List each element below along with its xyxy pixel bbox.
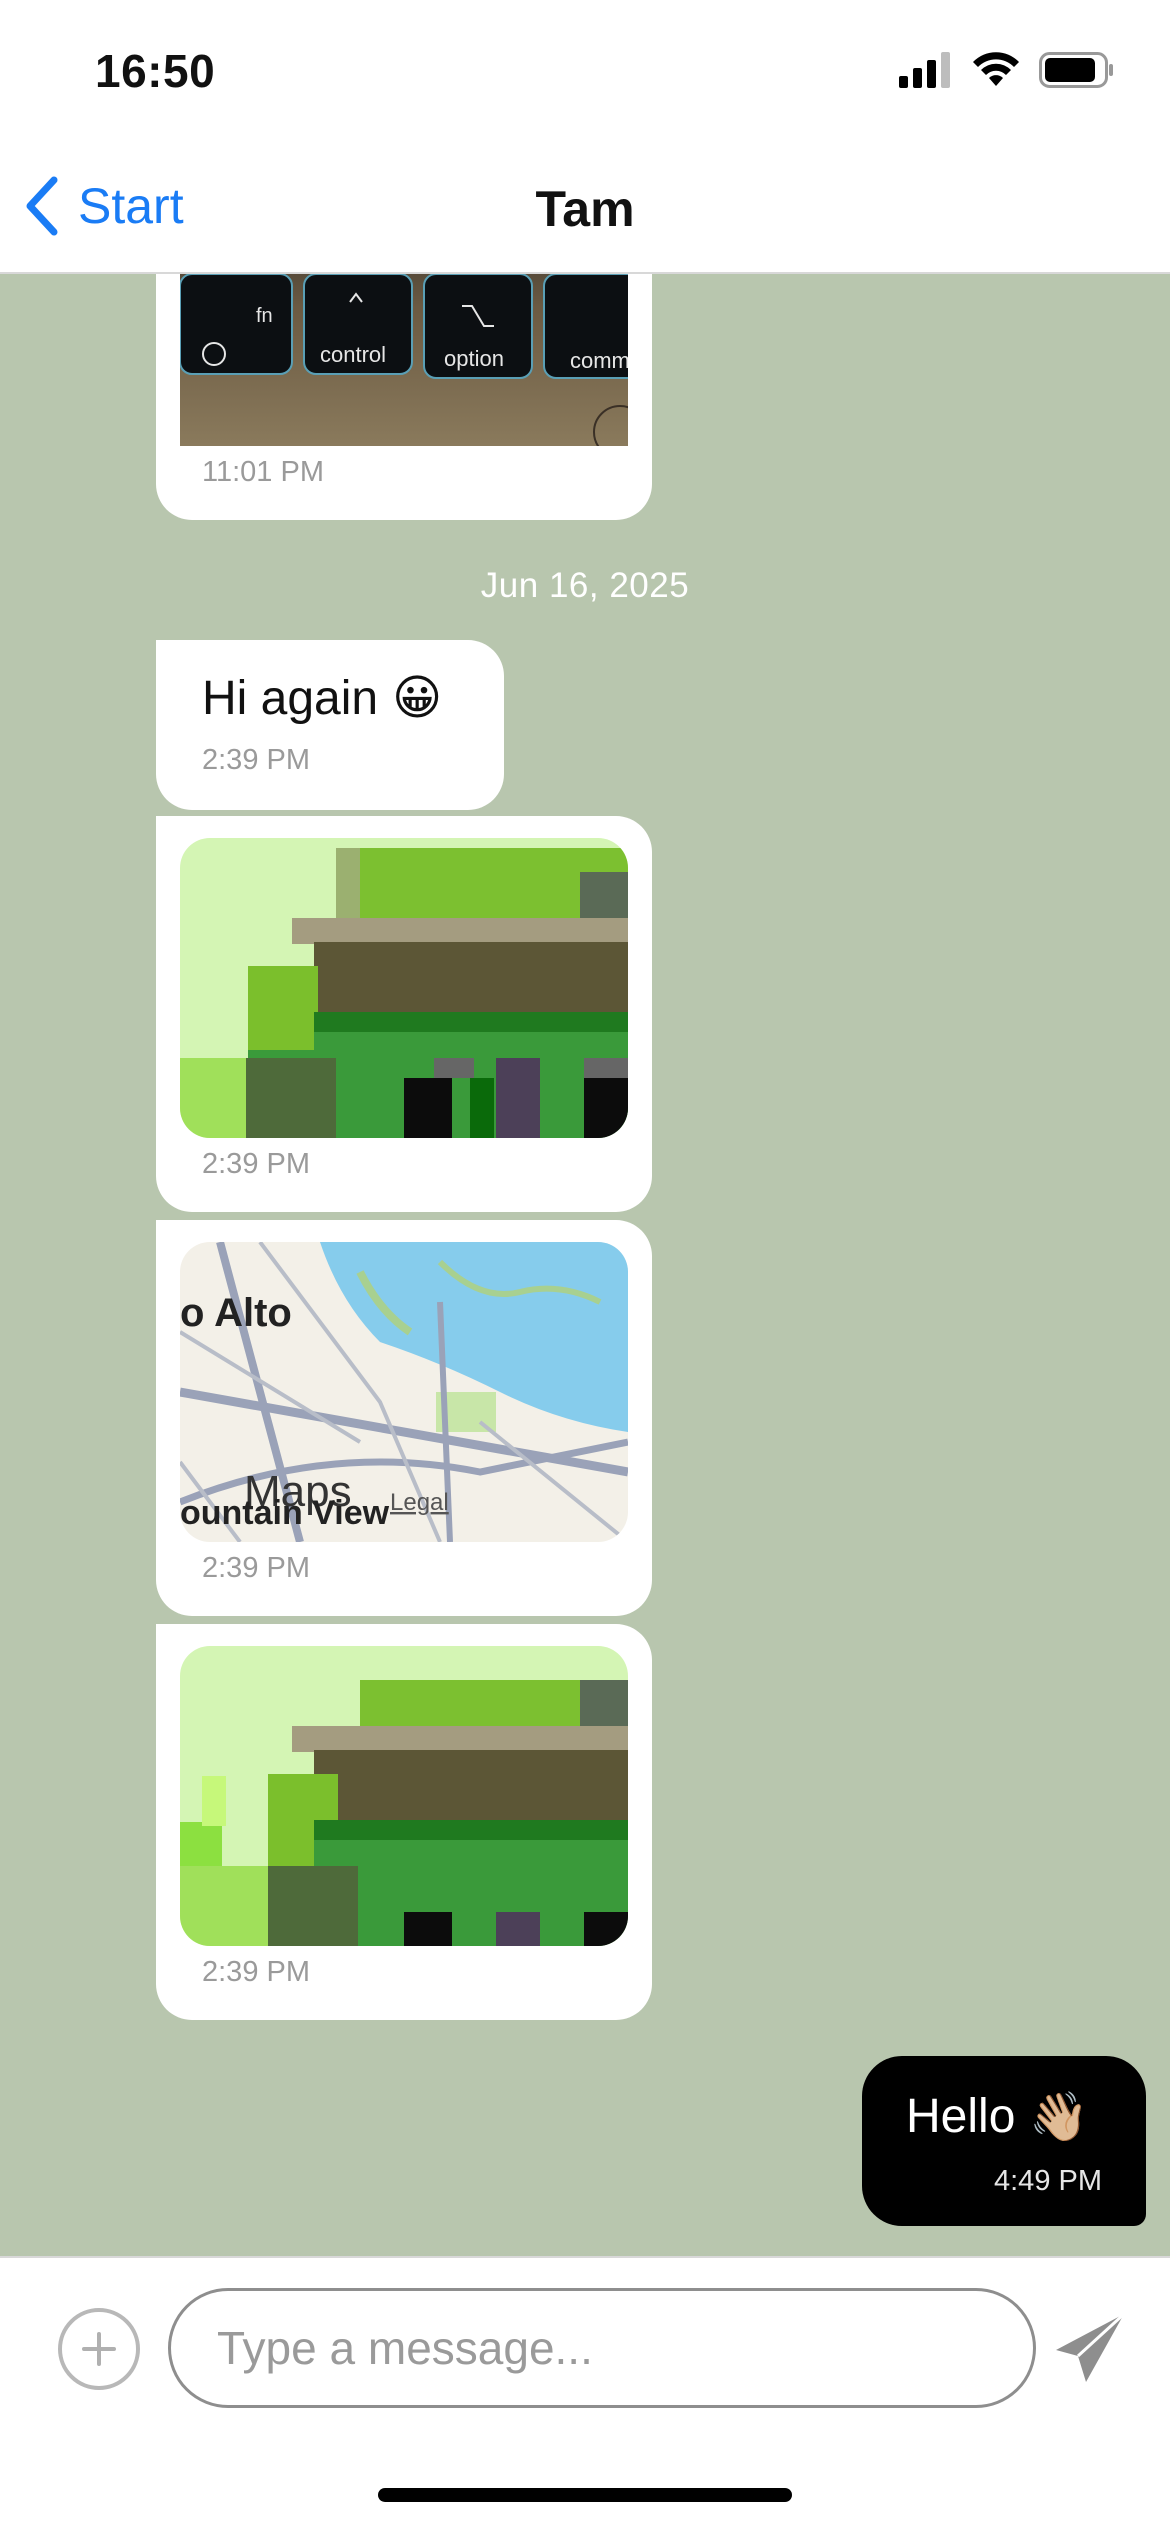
message-bubble-text[interactable]: Hi again 😀 2:39 PM (156, 640, 504, 810)
attach-button[interactable] (58, 2308, 140, 2390)
status-time: 16:50 (95, 45, 216, 97)
message-text: Hello (906, 2090, 1016, 2143)
message-bubble-image[interactable]: 2:39 PM (156, 1624, 652, 2020)
message-time: 11:01 PM (202, 456, 324, 488)
pixelated-sticker[interactable] (180, 838, 628, 1138)
key-label-fn: fn (256, 305, 273, 327)
message-bubble-image[interactable]: fn control option comm 11:01 PM (156, 274, 652, 520)
message-time: 2:39 PM (202, 1552, 310, 1584)
status-icons (899, 50, 1115, 90)
plus-icon (82, 2332, 116, 2366)
waving-hand-emoji: 👋🏼 (1029, 2091, 1090, 2144)
send-icon (1056, 2312, 1126, 2382)
message-bubble-image[interactable]: 2:39 PM (156, 816, 652, 1212)
map-preview[interactable]: o Alto Maps ountain View Legal (180, 1242, 628, 1542)
wifi-icon (973, 52, 1019, 86)
pixelated-sticker[interactable] (180, 1646, 628, 1946)
status-bar: 16:50 (0, 0, 1170, 140)
key-label-control: control (320, 342, 386, 367)
message-bubble-map[interactable]: o Alto Maps ountain View Legal 2:39 PM (156, 1220, 652, 1616)
grinning-emoji: 😀 (392, 672, 443, 725)
chat-area[interactable]: fn control option comm 11:01 PM Jun 16, … (0, 274, 1170, 2256)
nav-bar: Start Tam (0, 140, 1170, 274)
message-text-row: Hello 👋🏼 (906, 2088, 1102, 2145)
signal-icon (899, 52, 950, 88)
key-label-command: comm (570, 348, 628, 373)
message-input[interactable] (168, 2288, 1036, 2408)
message-time: 2:39 PM (202, 744, 310, 776)
send-button[interactable] (1052, 2310, 1128, 2386)
message-composer (0, 2256, 1170, 2532)
map-label-city-top: o Alto (180, 1291, 292, 1335)
map-label-city-bottom: ountain View (180, 1494, 390, 1532)
message-text: Hi again (202, 671, 379, 725)
message-bubble-outgoing[interactable]: Hello 👋🏼 4:49 PM (862, 2056, 1146, 2226)
date-separator: Jun 16, 2025 (480, 566, 690, 605)
conversation-title: Tam (535, 181, 635, 237)
message-time: 4:49 PM (994, 2165, 1102, 2197)
message-time: 2:39 PM (202, 1956, 310, 1988)
message-time: 2:39 PM (202, 1148, 310, 1180)
map-legal-link[interactable]: Legal (390, 1489, 449, 1516)
key-label-option: option (444, 346, 504, 371)
keyboard-photo[interactable]: fn control option comm (179, 274, 647, 459)
message-text-row: Hi again 😀 (202, 670, 458, 726)
battery-icon (1039, 52, 1113, 88)
home-indicator (378, 2488, 792, 2502)
